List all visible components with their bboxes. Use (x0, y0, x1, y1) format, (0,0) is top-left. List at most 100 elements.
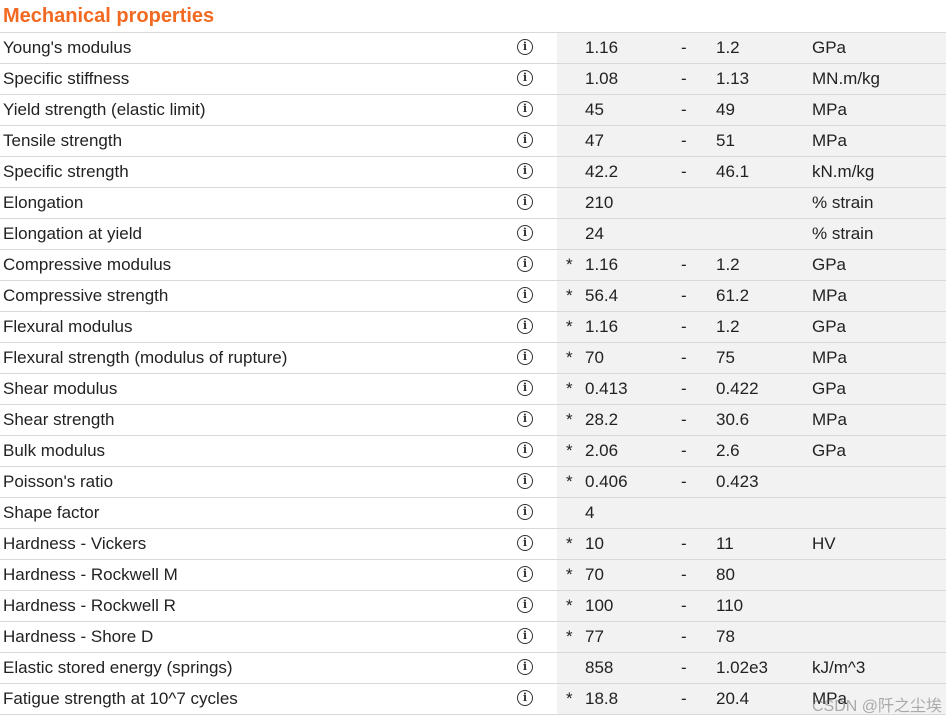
info-icon[interactable]: i (517, 256, 533, 272)
value-cell-background (557, 529, 946, 559)
value-high: 75 (716, 348, 735, 367)
info-glyph: i (522, 381, 528, 394)
value-cell-background (557, 622, 946, 652)
estimate-marker: * (566, 689, 573, 708)
value-low: 210 (585, 193, 614, 212)
property-name: Compressive modulus (3, 255, 172, 274)
value-unit: kN.m/kg (812, 162, 875, 181)
property-name: Young's modulus (3, 38, 132, 57)
value-cell-background (557, 591, 946, 621)
value-cell-background (557, 126, 946, 156)
estimate-marker: * (566, 317, 573, 336)
value-low: 18.8 (585, 689, 619, 708)
value-low: 10 (585, 534, 604, 553)
value-high: 1.2 (716, 38, 740, 57)
value-low: 2.06 (585, 441, 619, 460)
value-high: 11 (716, 534, 734, 553)
value-low: 0.406 (585, 472, 628, 491)
range-dash: - (681, 286, 687, 305)
value-high: 78 (716, 627, 735, 646)
value-low: 45 (585, 100, 604, 119)
value-low: 77 (585, 627, 604, 646)
property-name: Bulk modulus (3, 441, 106, 460)
table-row: Compressive strength i * 56.4 - 61.2 MPa (0, 281, 946, 312)
info-icon[interactable]: i (517, 163, 533, 179)
value-cell-background (557, 560, 946, 590)
value-low: 1.16 (585, 38, 619, 57)
info-glyph: i (522, 257, 528, 270)
info-icon[interactable]: i (517, 659, 533, 675)
property-name: Flexural strength (modulus of rupture) (3, 348, 288, 367)
value-cell-background (557, 95, 946, 125)
info-icon[interactable]: i (517, 380, 533, 396)
info-icon[interactable]: i (517, 194, 533, 210)
property-name: Specific strength (3, 162, 129, 181)
value-high: 110 (716, 596, 744, 615)
range-dash: - (681, 658, 687, 677)
range-dash: - (681, 596, 687, 615)
property-name: Flexural modulus (3, 317, 133, 336)
table-row: Bulk modulus i * 2.06 - 2.6 GPa (0, 436, 946, 467)
property-name: Elongation at yield (3, 224, 142, 243)
property-name: Shear modulus (3, 379, 118, 398)
info-icon[interactable]: i (517, 504, 533, 520)
info-icon[interactable]: i (517, 318, 533, 334)
info-icon[interactable]: i (517, 566, 533, 582)
table-row: Flexural modulus i * 1.16 - 1.2 GPa (0, 312, 946, 343)
info-glyph: i (522, 195, 528, 208)
property-name: Tensile strength (3, 131, 123, 150)
estimate-marker: * (566, 565, 573, 584)
info-icon[interactable]: i (517, 690, 533, 706)
info-icon[interactable]: i (517, 535, 533, 551)
info-glyph: i (522, 629, 528, 642)
value-low: 0.413 (585, 379, 628, 398)
info-icon[interactable]: i (517, 628, 533, 644)
info-icon[interactable]: i (517, 70, 533, 86)
value-high: 1.02e3 (716, 658, 768, 677)
info-glyph: i (522, 536, 528, 549)
info-glyph: i (522, 350, 528, 363)
table-row: Hardness - Rockwell M i * 70 - 80 (0, 560, 946, 591)
value-high: 20.4 (716, 689, 750, 708)
info-icon[interactable]: i (517, 225, 533, 241)
estimate-marker: * (566, 286, 573, 305)
value-low: 56.4 (585, 286, 619, 305)
property-name: Elongation (3, 193, 84, 212)
table-row: Hardness - Shore D i * 77 - 78 (0, 622, 946, 653)
range-dash: - (681, 689, 687, 708)
info-glyph: i (522, 226, 528, 239)
value-high: 2.6 (716, 441, 740, 460)
value-high: 0.423 (716, 472, 759, 491)
estimate-marker: * (566, 627, 573, 646)
estimate-marker: * (566, 441, 573, 460)
value-high: 46.1 (716, 162, 750, 181)
value-high: 1.2 (716, 255, 740, 274)
range-dash: - (681, 534, 687, 553)
value-unit: GPa (812, 441, 847, 460)
info-icon[interactable]: i (517, 349, 533, 365)
info-icon[interactable]: i (517, 287, 533, 303)
value-unit: MPa (812, 286, 847, 305)
value-low: 28.2 (585, 410, 619, 429)
info-icon[interactable]: i (517, 132, 533, 148)
info-icon[interactable]: i (517, 101, 533, 117)
info-icon[interactable]: i (517, 473, 533, 489)
value-unit: GPa (812, 379, 847, 398)
info-glyph: i (522, 164, 528, 177)
table-row: Hardness - Rockwell R i * 100 - 110 (0, 591, 946, 622)
info-icon[interactable]: i (517, 411, 533, 427)
property-name: Hardness - Shore D (3, 627, 154, 646)
info-icon[interactable]: i (517, 597, 533, 613)
info-glyph: i (522, 443, 528, 456)
range-dash: - (681, 131, 687, 150)
property-name: Hardness - Vickers (3, 534, 147, 553)
property-name: Shear strength (3, 410, 115, 429)
value-unit: MPa (812, 131, 847, 150)
value-unit: % strain (812, 224, 874, 243)
info-icon[interactable]: i (517, 39, 533, 55)
info-glyph: i (522, 288, 528, 301)
range-dash: - (681, 627, 687, 646)
estimate-marker: * (566, 596, 573, 615)
info-icon[interactable]: i (517, 442, 533, 458)
table-row: Shear strength i * 28.2 - 30.6 MPa (0, 405, 946, 436)
